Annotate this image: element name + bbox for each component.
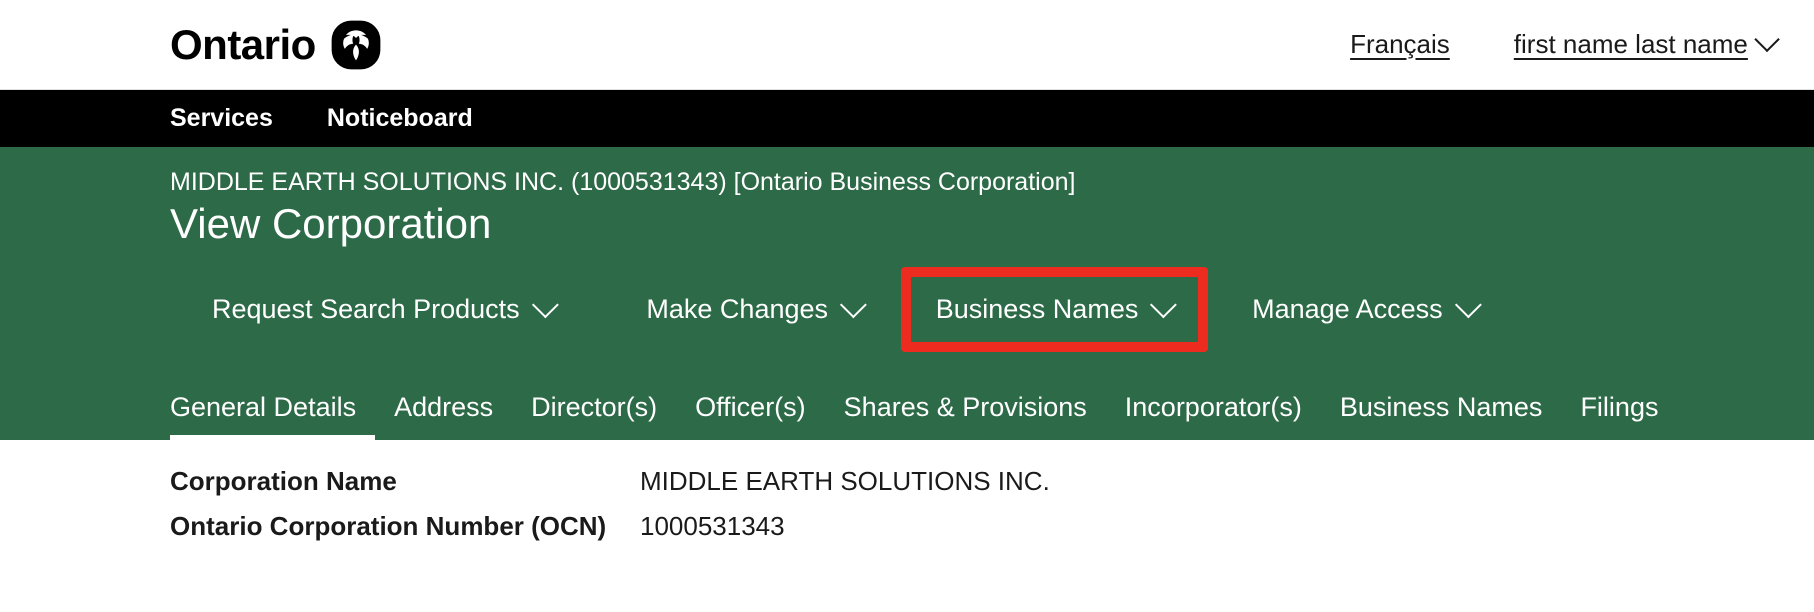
language-toggle-link[interactable]: Français xyxy=(1350,29,1450,60)
tab-address[interactable]: Address xyxy=(375,392,512,440)
ocn-value: 1000531343 xyxy=(640,511,785,541)
tab-officers[interactable]: Officer(s) xyxy=(676,392,825,440)
detail-row-ocn: Ontario Corporation Number (OCN) 1000531… xyxy=(170,511,1814,542)
chevron-down-icon xyxy=(1150,291,1177,319)
tab-shares-and-provisions[interactable]: Shares & Provisions xyxy=(825,392,1106,440)
general-details-panel: Corporation Name MIDDLE EARTH SOLUTIONS … xyxy=(0,440,1814,542)
ontario-trillium-icon xyxy=(330,19,382,71)
chevron-down-icon xyxy=(531,291,559,319)
tab-incorporators[interactable]: Incorporator(s) xyxy=(1106,392,1321,440)
site-header: Ontario Français first name last name xyxy=(0,0,1814,90)
corporation-tabs: General Details Address Director(s) Offi… xyxy=(170,392,1814,440)
user-account-label: first name last name xyxy=(1513,29,1748,59)
page-title: View Corporation xyxy=(170,200,492,248)
corporation-context-line: MIDDLE EARTH SOLUTIONS INC. (1000531343)… xyxy=(170,168,1076,196)
corporation-name-value: MIDDLE EARTH SOLUTIONS INC. xyxy=(640,466,1050,496)
nav-item-noticeboard[interactable]: Noticeboard xyxy=(327,104,473,133)
header-utility-links: Français first name last name xyxy=(1350,27,1780,60)
business-names-label: Business Names xyxy=(935,294,1139,325)
nav-item-services[interactable]: Services xyxy=(170,104,273,133)
business-names-dropdown[interactable]: Business Names xyxy=(922,286,1187,333)
action-dropdown-row: Request Search Products Make Changes Bus… xyxy=(170,267,1814,353)
chevron-down-icon xyxy=(1454,291,1482,319)
brand-wordmark: Ontario xyxy=(170,20,316,68)
chevron-down-icon xyxy=(840,291,867,319)
chevron-down-icon xyxy=(1754,27,1780,53)
ocn-label: Ontario Corporation Number (OCN) xyxy=(170,511,607,541)
tab-general-details[interactable]: General Details xyxy=(170,392,376,440)
request-search-products-label: Request Search Products xyxy=(212,294,520,325)
tab-filings[interactable]: Filings xyxy=(1561,392,1677,440)
make-changes-dropdown[interactable]: Make Changes xyxy=(632,286,876,333)
tab-directors[interactable]: Director(s) xyxy=(512,392,676,440)
business-names-highlight-box: Business Names xyxy=(900,267,1209,353)
manage-access-dropdown[interactable]: Manage Access xyxy=(1238,286,1491,333)
make-changes-label: Make Changes xyxy=(646,294,829,325)
page-banner: MIDDLE EARTH SOLUTIONS INC. (1000531343)… xyxy=(0,147,1814,440)
tab-business-names[interactable]: Business Names xyxy=(1321,392,1562,440)
manage-access-label: Manage Access xyxy=(1252,294,1443,325)
global-nav-bar: Services Noticeboard xyxy=(0,90,1814,147)
ontario-brand-logo[interactable]: Ontario xyxy=(170,19,382,71)
user-account-menu[interactable]: first name last name xyxy=(1513,27,1780,60)
corporation-name-label: Corporation Name xyxy=(170,466,397,496)
detail-row-corporation-name: Corporation Name MIDDLE EARTH SOLUTIONS … xyxy=(170,466,1814,497)
request-search-products-dropdown[interactable]: Request Search Products xyxy=(198,286,568,333)
